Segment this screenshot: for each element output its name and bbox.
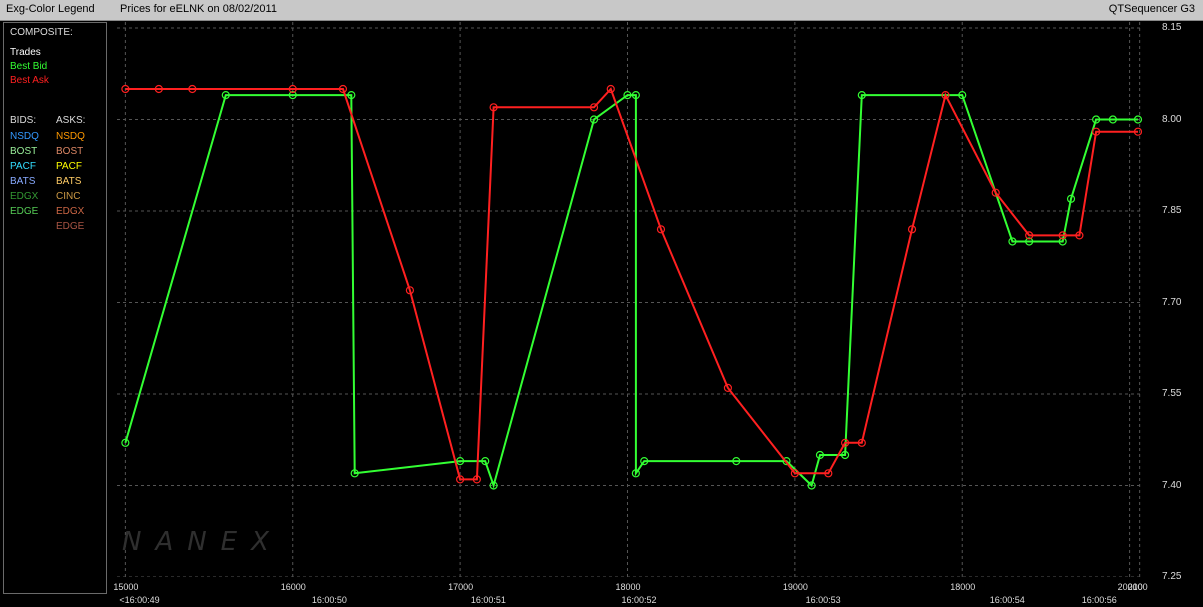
- x-time-label: 16:00:54: [989, 595, 1025, 605]
- x-time-label: 16:00:50: [311, 595, 347, 605]
- chart-series: [121, 84, 1143, 490]
- series-line-best-bid: [124, 94, 1138, 489]
- legend-ask-edgx: EDGX: [56, 206, 85, 217]
- chart-title: Prices for eELNK on 08/02/2011: [120, 3, 277, 15]
- composite-header: COMPOSITE:: [10, 27, 73, 38]
- x-time-label: 16:00:51: [470, 595, 506, 605]
- asks-header: ASKS:: [56, 115, 86, 126]
- legend-bid-pacf: PACF: [10, 161, 36, 172]
- legend-ask-nsdq: NSDQ: [56, 131, 85, 142]
- legend-ask-bats: BATS: [56, 176, 82, 187]
- series-line-best-ask: [125, 87, 1138, 481]
- x-time-label: 16:00:52: [621, 595, 657, 605]
- legend-bid-bost: BOST: [10, 146, 38, 157]
- bids-header: BIDS:: [10, 115, 37, 126]
- legend-ask-edge: EDGE: [56, 221, 85, 232]
- x-time-label: 16:00:53: [805, 595, 841, 605]
- x-tick-label: 18000: [950, 582, 976, 592]
- legend-trades: Trades: [10, 47, 41, 58]
- title-bar: Exg-Color Legend Prices for eELNK on 08/…: [0, 0, 1203, 21]
- color-legend-panel: COMPOSITE: Trades Best Bid Best Ask BIDS…: [3, 22, 107, 594]
- y-tick-label: 8.00: [1162, 113, 1182, 125]
- y-tick-label: 7.40: [1162, 479, 1182, 491]
- y-tick-label: 7.70: [1162, 296, 1182, 308]
- legend-bid-edgx: EDGX: [10, 191, 39, 202]
- y-tick-label: 7.85: [1162, 205, 1182, 216]
- x-tick-label: 18000: [615, 582, 641, 592]
- chart-grid: [117, 22, 1143, 577]
- legend-bid-edge: EDGE: [10, 206, 39, 217]
- y-tick-label: 7.55: [1162, 388, 1182, 399]
- legend-title: Exg-Color Legend: [6, 3, 95, 15]
- y-tick-label: 8.15: [1162, 22, 1182, 33]
- y-axis: 8.15 8.00 7.85 7.70 7.55 7.40 7.25: [1148, 20, 1203, 582]
- x-tick-label: 2100: [1127, 582, 1148, 592]
- x-tick-label: 15000: [113, 582, 139, 592]
- watermark-text: NANEX: [122, 527, 283, 557]
- x-tick-label: 19000: [782, 582, 808, 592]
- app-title: QTSequencer G3: [1108, 3, 1195, 15]
- x-time-label: <16:00:49: [119, 595, 160, 605]
- legend-best-bid: Best Bid: [10, 61, 48, 72]
- price-chart-plot: [117, 22, 1143, 577]
- legend-ask-cinc: CINC: [56, 191, 81, 202]
- legend-bid-bats: BATS: [10, 176, 36, 187]
- y-tick-label: 7.25: [1162, 571, 1182, 582]
- legend-best-ask: Best Ask: [10, 75, 49, 86]
- legend-ask-pacf: PACF: [56, 161, 82, 172]
- x-tick-label: 16000: [280, 582, 306, 592]
- x-time-label: 16:00:56: [1081, 595, 1117, 605]
- x-tick-label: 17000: [448, 582, 474, 592]
- legend-ask-bost: BOST: [56, 146, 84, 157]
- legend-bid-nsdq: NSDQ: [10, 131, 39, 142]
